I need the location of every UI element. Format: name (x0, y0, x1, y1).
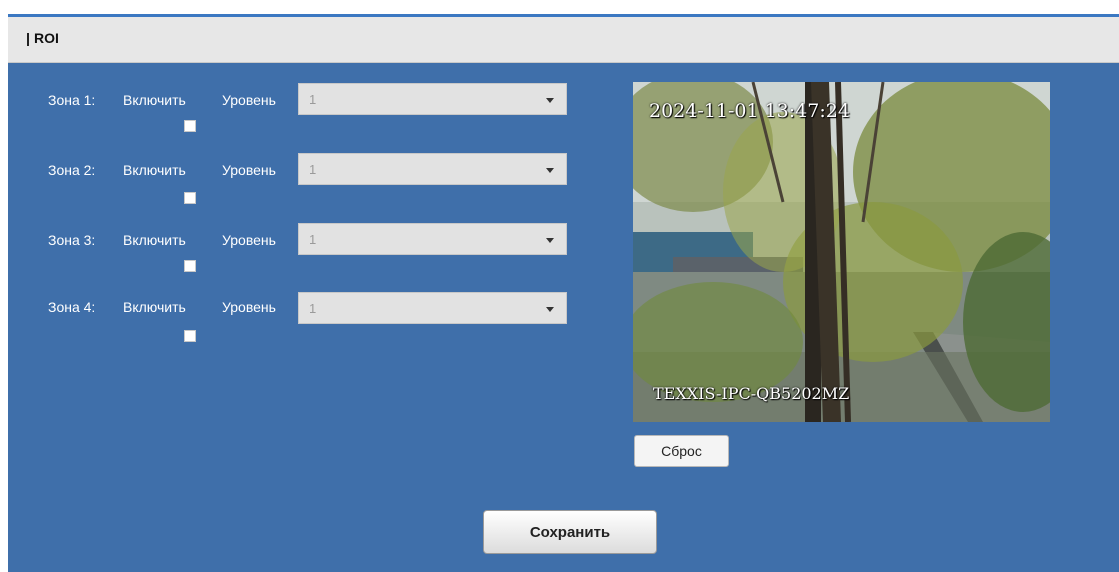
zone-2-name: Зона 2: (48, 162, 96, 178)
chevron-down-icon (546, 238, 554, 243)
chevron-down-icon (546, 307, 554, 312)
zone-3-level-value: 1 (309, 232, 317, 247)
save-button[interactable]: Сохранить (483, 510, 657, 554)
zone-4-level-value: 1 (309, 301, 317, 316)
zone-2-level-value: 1 (309, 162, 317, 177)
zone-2-level-label: Уровень (222, 162, 276, 178)
zone-4-enable-checkbox[interactable] (184, 330, 196, 342)
zone-1-name: Зона 1: (48, 92, 96, 108)
zone-3-level-label: Уровень (222, 232, 276, 248)
zone-2-enable-checkbox[interactable] (184, 192, 196, 204)
chevron-down-icon (546, 98, 554, 103)
zone-1-level-value: 1 (309, 92, 317, 107)
zone-2-level-select[interactable]: 1 (298, 153, 567, 185)
zone-1-level-select[interactable]: 1 (298, 83, 567, 115)
panel-header: ROI (8, 17, 1119, 63)
header-marker (27, 33, 29, 46)
camera-preview[interactable]: 2024-11-01 13:47:24 TEXXIS-IPC-QB5202MZ (633, 82, 1050, 422)
zone-1-enable-label: Включить (123, 92, 186, 108)
reset-button[interactable]: Сброс (634, 435, 729, 467)
chevron-down-icon (546, 168, 554, 173)
zone-4-label: Зона 4: Включить (48, 299, 208, 315)
zone-3-label: Зона 3: Включить (48, 232, 208, 248)
roi-panel: ROI Зона 1: Включить Уровень 1 Зона 2: Вкл… (8, 14, 1119, 572)
zone-4-enable-label: Включить (123, 299, 186, 315)
zone-1-label: Зона 1: Включить (48, 92, 208, 108)
zone-4-name: Зона 4: (48, 299, 96, 315)
zone-3-level-select[interactable]: 1 (298, 223, 567, 255)
zone-3-name: Зона 3: (48, 232, 96, 248)
page-title: ROI (34, 30, 59, 46)
zone-4-level-select[interactable]: 1 (298, 292, 567, 324)
zone-3-enable-label: Включить (123, 232, 186, 248)
zone-2-enable-label: Включить (123, 162, 186, 178)
zone-4-level-label: Уровень (222, 299, 276, 315)
preview-timestamp: 2024-11-01 13:47:24 (649, 100, 850, 122)
zone-3-enable-checkbox[interactable] (184, 260, 196, 272)
zone-1-enable-checkbox[interactable] (184, 120, 196, 132)
zone-1-level-label: Уровень (222, 92, 276, 108)
zone-2-label: Зона 2: Включить (48, 162, 208, 178)
camera-scene (633, 82, 1050, 422)
preview-camera-name: TEXXIS-IPC-QB5202MZ (653, 384, 850, 403)
